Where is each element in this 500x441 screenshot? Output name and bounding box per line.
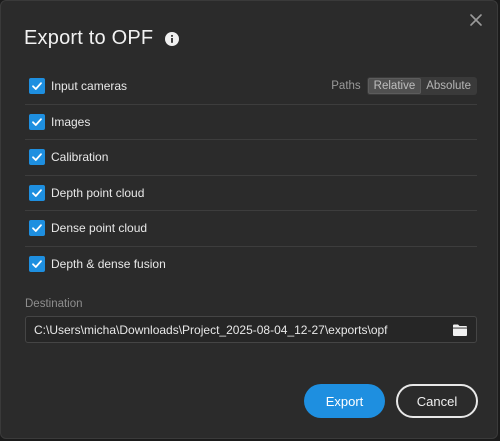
folder-icon[interactable] — [452, 323, 468, 337]
check-icon — [32, 153, 42, 162]
option-input-cameras: Input cameras Paths Relative Absolute — [25, 69, 477, 105]
dense-point-cloud-checkbox[interactable] — [29, 220, 45, 237]
close-icon[interactable] — [467, 11, 485, 29]
option-dense-point-cloud: Dense point cloud — [25, 211, 477, 247]
input-cameras-checkbox[interactable] — [29, 78, 45, 95]
check-icon — [32, 82, 42, 91]
depth-point-cloud-checkbox[interactable] — [29, 184, 45, 201]
title-row: Export to OPF — [24, 27, 180, 50]
check-icon — [32, 189, 42, 197]
dialog-title: Export to OPF — [24, 27, 154, 49]
calibration-checkbox[interactable] — [29, 149, 45, 166]
option-label: Depth & dense fusion — [51, 257, 166, 272]
destination-label: Destination — [25, 298, 83, 310]
info-icon[interactable] — [165, 31, 180, 46]
destination-input[interactable] — [26, 316, 452, 343]
paths-relative-button[interactable]: Relative — [367, 78, 422, 94]
export-button[interactable]: Export — [304, 384, 385, 418]
option-depth-dense-fusion: Depth & dense fusion — [25, 247, 477, 283]
option-label: Dense point cloud — [51, 221, 148, 236]
check-icon — [32, 224, 42, 233]
destination-field — [25, 316, 477, 343]
paths-selector: Paths Relative Absolute — [331, 77, 477, 95]
option-label: Calibration — [51, 150, 109, 165]
option-label: Depth point cloud — [51, 185, 145, 200]
check-icon — [32, 260, 42, 269]
export-options-list: Input cameras Paths Relative Absolute Im… — [25, 69, 477, 282]
export-opf-dialog: Export to OPF Input cameras Paths Relati… — [0, 0, 498, 439]
paths-segmented-control: Relative Absolute — [366, 77, 477, 95]
option-calibration: Calibration — [25, 140, 477, 176]
option-label: Input cameras — [51, 79, 128, 94]
check-icon — [32, 118, 42, 126]
paths-label: Paths — [331, 80, 361, 92]
images-checkbox[interactable] — [29, 113, 45, 130]
cancel-button[interactable]: Cancel — [396, 384, 478, 418]
option-depth-point-cloud: Depth point cloud — [25, 176, 477, 211]
paths-absolute-button[interactable]: Absolute — [421, 78, 476, 94]
option-label: Images — [51, 114, 91, 129]
option-images: Images — [25, 105, 477, 140]
depth-dense-fusion-checkbox[interactable] — [29, 256, 45, 273]
